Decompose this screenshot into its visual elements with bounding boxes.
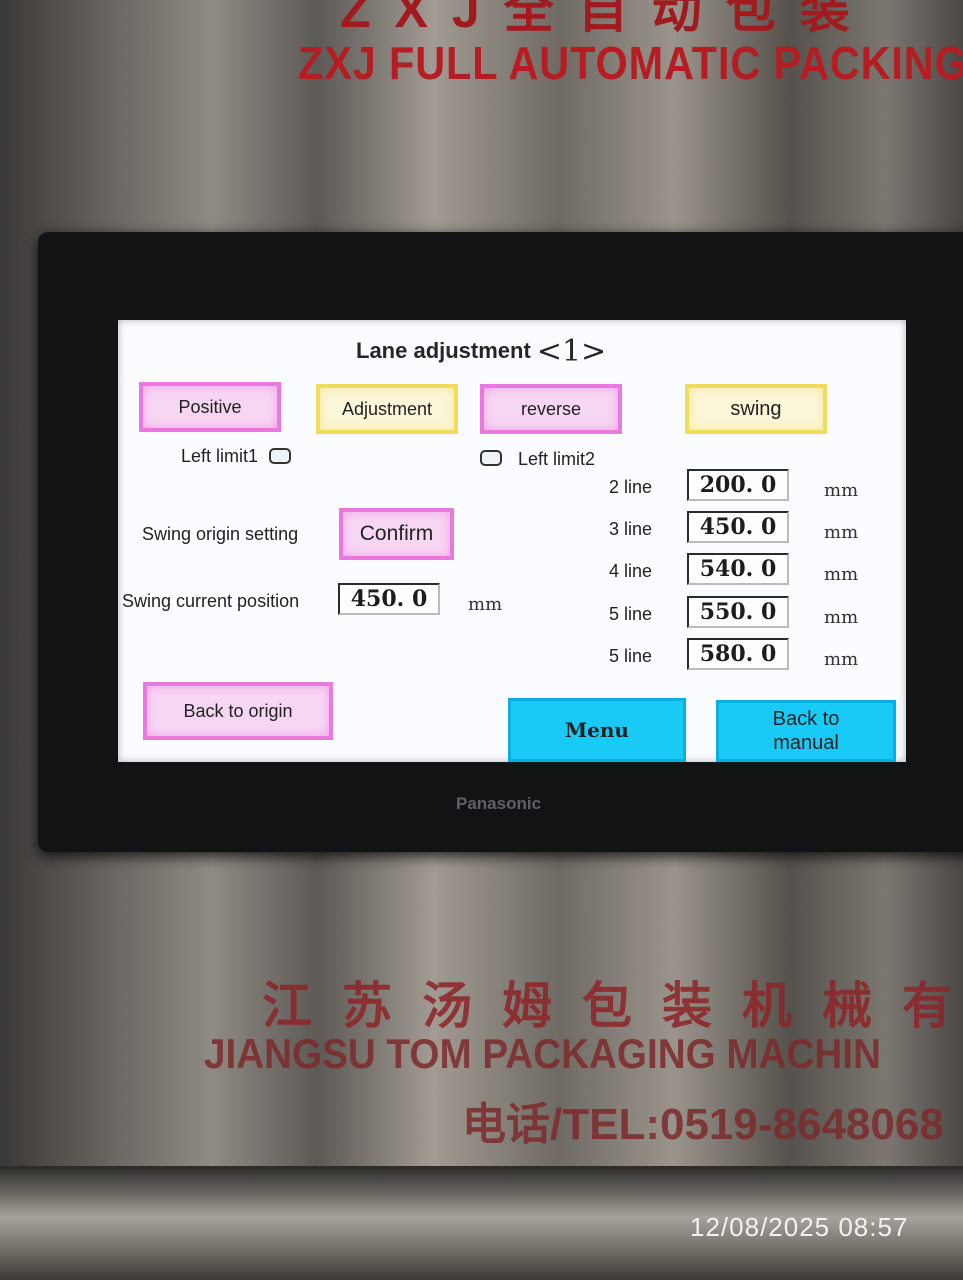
line-unit: mm — [824, 649, 859, 670]
reverse-button[interactable]: reverse — [480, 384, 622, 434]
line-unit: mm — [824, 607, 859, 628]
swing-current-position-value: 450. 0 — [338, 583, 440, 615]
menu-button[interactable]: Menu — [508, 698, 686, 762]
back-to-origin-button[interactable]: Back to origin — [143, 682, 333, 740]
swing-origin-setting-label: Swing origin setting — [142, 524, 299, 544]
line-value-input[interactable]: 580. 0 — [687, 638, 789, 670]
adjustment-button[interactable]: Adjustment — [316, 384, 458, 434]
manufacturer-telephone: 电话/TEL:0519-8648068 — [462, 1100, 944, 1149]
back-to-manual-button[interactable]: Back to manual — [716, 700, 896, 762]
swing-current-position-label: Swing current position — [122, 591, 300, 611]
page-title-text: Lane adjustment — [356, 338, 531, 363]
manufacturer-name-chinese: 江苏汤姆包装机械有 — [262, 978, 963, 1034]
line-value-input[interactable]: 200. 0 — [687, 469, 789, 501]
line-value-input[interactable]: 450. 0 — [687, 511, 789, 543]
manufacturer-name-english: JIANGSU TOM PACKAGING MACHIN — [204, 1030, 881, 1077]
line-unit: mm — [824, 522, 859, 543]
swing-button[interactable]: swing — [685, 384, 827, 434]
line-label: 2 line — [609, 477, 653, 497]
page-indicator: <1> — [536, 334, 607, 369]
line-unit: mm — [824, 480, 859, 501]
swing-current-position-unit: mm — [468, 594, 503, 615]
line-label: 5 line — [609, 604, 653, 624]
line-label: 4 line — [609, 561, 653, 581]
line-unit: mm — [824, 564, 859, 585]
photo-timestamp: 12/08/2025 08:57 — [690, 1212, 909, 1242]
confirm-button[interactable]: Confirm — [339, 508, 454, 560]
left-limit1-indicator — [269, 448, 291, 464]
positive-button[interactable]: Positive — [139, 382, 281, 432]
line-label: 5 line — [609, 646, 653, 666]
line-value-input[interactable]: 550. 0 — [687, 596, 789, 628]
line-value-input[interactable]: 540. 0 — [687, 553, 789, 585]
page-title: Lane adjustment <1> — [356, 334, 606, 369]
hmi-screen: Lane adjustment <1> Positive Adjustment r… — [118, 320, 906, 762]
line-label: 3 line — [609, 519, 653, 539]
left-limit2-indicator — [480, 450, 502, 466]
left-limit2-label: Left limit2 — [518, 449, 596, 469]
panel-header-english: ZXJ FULL AUTOMATIC PACKING — [298, 37, 963, 89]
left-limit1-label: Left limit1 — [181, 446, 259, 466]
brand-logo: Panasonic — [456, 794, 542, 813]
